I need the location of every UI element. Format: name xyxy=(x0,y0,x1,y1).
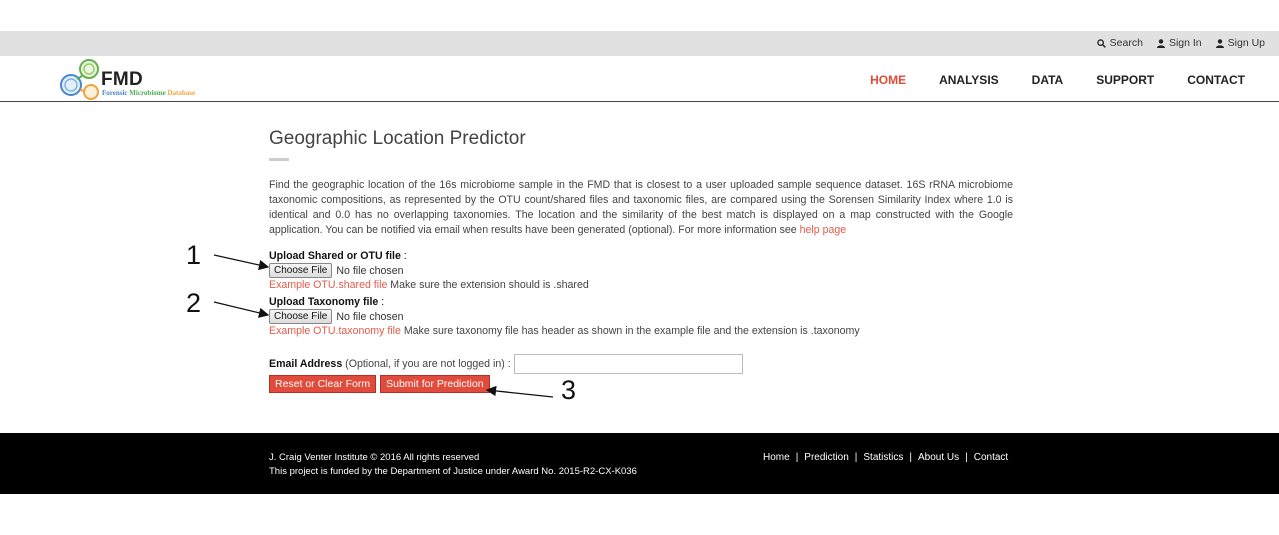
footer-separator: | xyxy=(965,452,968,463)
footer-separator: | xyxy=(795,452,799,463)
arrow-1 xyxy=(213,254,270,271)
arrow-3 xyxy=(485,385,554,398)
footer-links: Home | Prediction | Statistics | About U… xyxy=(763,452,1008,463)
footer-separator: | xyxy=(854,452,858,463)
arrow-2 xyxy=(213,301,270,318)
footer-copy: J. Craig Venter Institute © 2016 All rig… xyxy=(269,451,637,479)
footer-link-contact[interactable]: Contact xyxy=(974,452,1008,463)
footer-link-home[interactable]: Home xyxy=(763,452,790,463)
footer-copyright: J. Craig Venter Institute © 2016 All rig… xyxy=(269,452,480,463)
footer-link-statistics[interactable]: Statistics xyxy=(863,452,903,463)
footer-separator: | xyxy=(909,452,912,463)
site-footer: J. Craig Venter Institute © 2016 All rig… xyxy=(0,433,1279,494)
footer-link-about-us[interactable]: About Us xyxy=(918,452,959,463)
footer-link-prediction[interactable]: Prediction xyxy=(804,452,848,463)
footer-funding: This project is funded by the Department… xyxy=(269,466,637,477)
